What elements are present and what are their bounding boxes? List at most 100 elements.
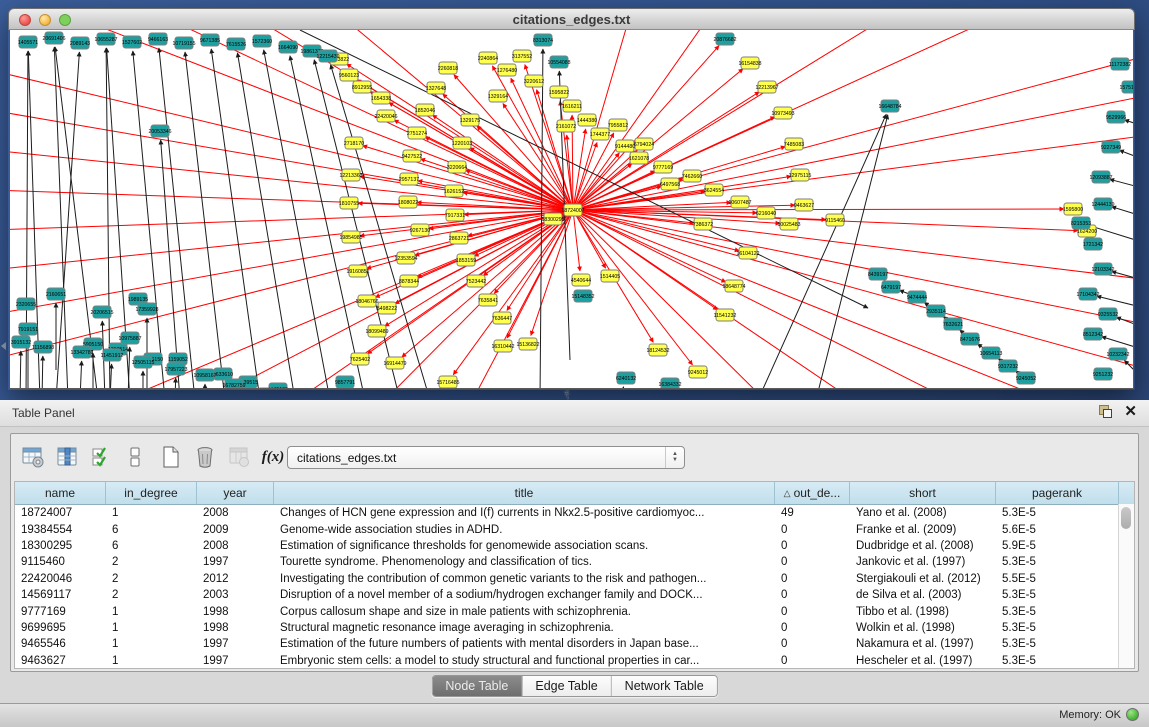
network-node[interactable]: 18046766 xyxy=(355,295,378,307)
network-node[interactable]: 1853159 xyxy=(456,254,476,266)
network-node[interactable]: 9671385 xyxy=(200,34,220,46)
citation-edge-black[interactable] xyxy=(175,378,176,388)
network-node[interactable]: 1616211 xyxy=(562,100,582,112)
network-node[interactable]: 9463627 xyxy=(794,199,814,211)
network-node[interactable]: 10719155 xyxy=(172,37,195,49)
citation-edge-red[interactable] xyxy=(10,70,573,210)
citation-edge-red[interactable] xyxy=(573,210,770,388)
network-node[interactable]: 18300295 xyxy=(541,213,564,225)
network-node[interactable]: 3624554 xyxy=(704,184,724,196)
network-node[interactable]: 8313074 xyxy=(533,34,553,46)
table-row[interactable]: 977716911998Corpus callosum shape and si… xyxy=(15,603,1134,619)
citation-edge-red[interactable] xyxy=(573,55,1133,210)
network-hub-node[interactable]: 18724007 xyxy=(561,204,584,216)
network-node[interactable]: 19160852 xyxy=(346,265,369,277)
scrollbar-thumb[interactable] xyxy=(1121,507,1131,529)
citation-edge-black[interactable] xyxy=(1110,179,1133,190)
citation-edge-red[interactable] xyxy=(573,95,1133,210)
citation-edge-red[interactable] xyxy=(380,210,573,388)
network-node[interactable]: 1405571 xyxy=(18,36,38,48)
network-node[interactable]: 8439197 xyxy=(868,268,888,280)
table-row[interactable]: 2242004622012Investigating the contribut… xyxy=(15,571,1134,587)
vertical-scrollbar[interactable] xyxy=(1118,504,1134,668)
network-node[interactable]: 2320655 xyxy=(16,298,36,310)
network-node[interactable]: 7635841 xyxy=(478,294,498,306)
table-row[interactable]: 969969511998Structural magnetic resonanc… xyxy=(15,620,1134,636)
network-node[interactable]: 1621078 xyxy=(629,152,649,164)
network-node[interactable]: 1527602 xyxy=(122,36,142,48)
network-node[interactable]: 22420046 xyxy=(374,110,397,122)
network-node[interactable]: 7636447 xyxy=(492,312,512,324)
network-node[interactable]: 20206515 xyxy=(90,306,113,318)
citation-edge-black[interactable] xyxy=(20,351,21,388)
network-node[interactable]: 12103342 xyxy=(1091,263,1114,275)
network-node[interactable]: 6216040 xyxy=(756,207,776,219)
citation-edge-black[interactable] xyxy=(211,49,260,388)
network-canvas[interactable]: 2260818132764818520462751274942752229571… xyxy=(9,30,1134,389)
column-header-title[interactable]: title xyxy=(274,482,775,504)
network-node[interactable]: 3137552 xyxy=(512,50,532,62)
network-node[interactable]: 16104122 xyxy=(736,247,759,259)
tab-node-table[interactable]: Node Table xyxy=(432,676,522,696)
table-row[interactable]: 1872400712008Changes of HCN gene express… xyxy=(15,505,1134,521)
network-node[interactable]: 1808022 xyxy=(398,196,418,208)
network-node[interactable]: 15716485 xyxy=(436,376,459,388)
citation-edge-red[interactable] xyxy=(573,147,785,210)
network-node[interactable]: 2240864 xyxy=(478,52,498,64)
citation-edge-red[interactable] xyxy=(573,30,1000,210)
citation-edge-black[interactable] xyxy=(1124,360,1133,386)
close-panel-icon[interactable]: ✕ xyxy=(1124,405,1137,418)
network-node[interactable]: 1744377 xyxy=(590,128,610,140)
table-row[interactable]: 1938455462009Genome-wide association stu… xyxy=(15,521,1134,537)
network-node[interactable]: 1852046 xyxy=(415,104,435,116)
network-node[interactable]: 9245012 xyxy=(688,366,708,378)
network-graph[interactable]: 2260818132764818520462751274942752229571… xyxy=(10,30,1133,388)
network-node[interactable]: 7625402 xyxy=(350,353,370,365)
network-node[interactable]: 8912955 xyxy=(352,81,372,93)
combo-stepper-icon[interactable]: ▲▼ xyxy=(665,447,684,468)
network-node[interactable]: 2751274 xyxy=(407,127,427,139)
network-node[interactable]: 11451912 xyxy=(101,349,124,361)
show-column-icon[interactable] xyxy=(53,443,81,471)
float-window-icon[interactable] xyxy=(1099,405,1112,418)
network-node[interactable]: 16782759 xyxy=(222,379,245,388)
network-node[interactable]: 10655287 xyxy=(94,33,117,45)
citation-edge-red[interactable] xyxy=(573,209,1064,210)
citation-edge-black[interactable] xyxy=(816,115,888,388)
network-node[interactable]: 9227349 xyxy=(1101,141,1121,153)
citation-edge-red[interactable] xyxy=(507,210,573,338)
table-options-icon[interactable] xyxy=(19,443,47,471)
network-node[interactable]: 9267130 xyxy=(410,224,430,236)
network-node[interactable]: 3220612 xyxy=(524,75,544,87)
new-file-icon[interactable] xyxy=(157,443,185,471)
network-node[interactable]: 11541232 xyxy=(714,309,737,321)
network-node[interactable]: 19854985 xyxy=(339,231,362,243)
network-node[interactable]: 10025483 xyxy=(777,218,800,230)
citation-edge-red[interactable] xyxy=(573,210,1133,280)
network-node[interactable]: 6794024 xyxy=(634,138,654,150)
network-node[interactable]: 10975887 xyxy=(118,332,141,344)
network-node[interactable]: 9427522 xyxy=(402,150,422,162)
network-node[interactable]: 8878344 xyxy=(399,275,419,287)
network-node[interactable]: 11156898 xyxy=(32,341,54,353)
citation-edge-black[interactable] xyxy=(620,387,624,388)
network-node[interactable]: 9466163 xyxy=(148,33,168,45)
network-node[interactable]: 2089143 xyxy=(70,37,90,49)
network-node[interactable]: 12093887 xyxy=(1089,171,1112,183)
citation-edge-black[interactable] xyxy=(1112,207,1133,218)
network-node[interactable]: 1220103 xyxy=(452,137,472,149)
network-node[interactable]: 9251232 xyxy=(1093,368,1113,380)
citation-edge-red[interactable] xyxy=(573,210,960,388)
network-node[interactable]: 1810755 xyxy=(339,197,359,209)
network-node[interactable]: 9325532 xyxy=(1098,308,1118,320)
network-node[interactable]: 12353594 xyxy=(394,252,417,264)
network-node[interactable]: 12505115 xyxy=(132,356,155,368)
table-row[interactable]: 1456911722003Disruption of a novel membe… xyxy=(15,587,1134,603)
network-node[interactable]: 7917331 xyxy=(445,209,465,221)
network-node[interactable]: 2957137 xyxy=(399,173,419,185)
table-row[interactable]: 946554611997Estimation of the future num… xyxy=(15,636,1134,652)
table-row[interactable]: 911546021997Tourette syndrome. Phenomeno… xyxy=(15,554,1134,570)
network-node[interactable]: 20691406 xyxy=(42,32,65,44)
network-node[interactable]: 5498222 xyxy=(377,302,397,314)
network-node[interactable]: 15148352 xyxy=(571,290,594,302)
